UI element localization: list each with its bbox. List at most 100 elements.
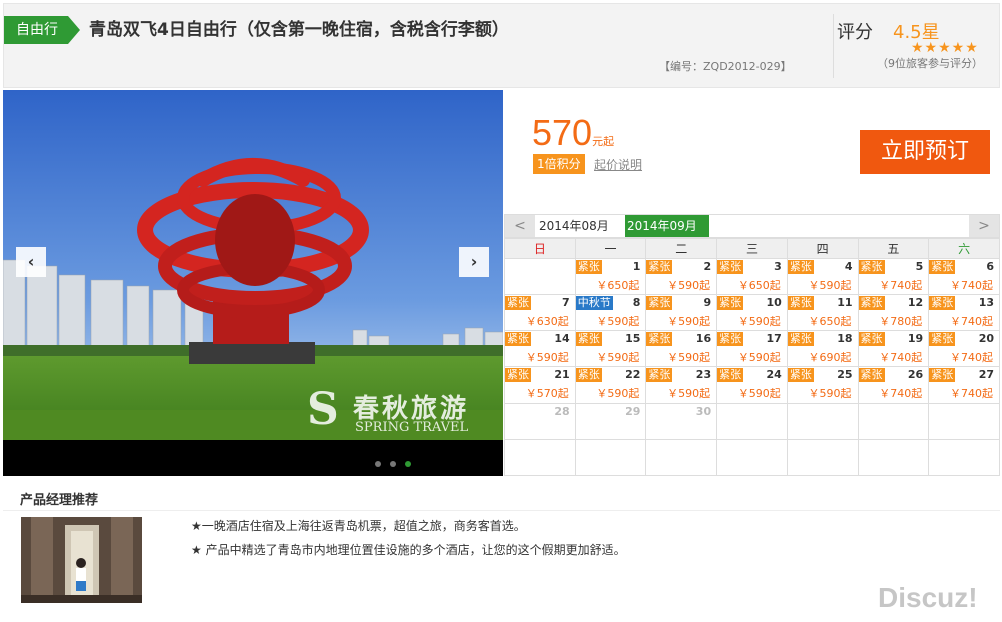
day-number: 15 bbox=[625, 332, 641, 346]
day-number: 8 bbox=[632, 296, 641, 310]
day-number: 25 bbox=[837, 368, 853, 382]
weekday-header: 三 bbox=[716, 238, 788, 259]
weekday-header: 五 bbox=[857, 238, 930, 259]
day-price: ￥740起 bbox=[950, 315, 993, 329]
availability-badge: 紧张 bbox=[858, 368, 885, 383]
calendar-day-cell[interactable]: 紧张 22 ￥590起 bbox=[574, 366, 647, 404]
availability-badge: 紧张 bbox=[575, 260, 602, 274]
calendar-day-cell[interactable]: 紧张 19 ￥740起 bbox=[857, 330, 930, 368]
calendar-day-cell[interactable]: 紧张 7 ￥630起 bbox=[504, 294, 576, 332]
calendar-day-cell[interactable]: 紧张 26 ￥740起 bbox=[857, 366, 930, 404]
day-price: ￥590起 bbox=[525, 351, 569, 365]
day-number: 17 bbox=[766, 332, 782, 346]
day-number: 2 bbox=[703, 260, 712, 273]
calendar-day-cell[interactable]: 紧张 24 ￥590起 bbox=[716, 366, 788, 404]
calendar-day-cell[interactable]: 紧张 15 ￥590起 bbox=[574, 330, 647, 368]
calendar-week-row: 紧张 14 ￥590起 紧张 15 ￥590起 紧张 16 ￥590起 紧张 17 ￥590起 紧张 18… bbox=[504, 330, 1000, 368]
day-number: 13 bbox=[978, 296, 994, 310]
day-number: 9 bbox=[703, 296, 712, 310]
month-tab-august[interactable]: 2014年08月 bbox=[539, 217, 609, 235]
day-number: 7 bbox=[562, 296, 570, 310]
points-badge: 1倍积分 bbox=[533, 154, 585, 174]
day-price: ￥740起 bbox=[879, 279, 923, 292]
day-price: ￥590起 bbox=[808, 279, 852, 292]
calendar-day-cell[interactable]: 紧张 11 ￥650起 bbox=[786, 294, 859, 332]
day-price: ￥780起 bbox=[879, 315, 923, 329]
day-number: 23 bbox=[695, 368, 712, 382]
calendar-day-cell[interactable]: 紧张 21 ￥570起 bbox=[504, 366, 576, 404]
gallery-dot[interactable] bbox=[390, 461, 396, 467]
calendar-day-cell: 30 bbox=[645, 402, 718, 440]
gallery-dot[interactable] bbox=[375, 461, 381, 467]
calendar-day-cell: 28 bbox=[504, 402, 576, 440]
calendar-day-cell[interactable]: 紧张 16 ￥590起 bbox=[645, 330, 718, 368]
calendar-day-cell[interactable]: 紧张 12 ￥780起 bbox=[857, 294, 930, 332]
calendar-day-cell[interactable]: 紧张 17 ￥590起 bbox=[716, 330, 788, 368]
weekday-header: 一 bbox=[574, 238, 647, 259]
day-number: 12 bbox=[907, 296, 924, 310]
calendar-day-cell: 29 bbox=[574, 402, 647, 440]
gallery-dot-active[interactable] bbox=[405, 461, 411, 467]
departure-calendar: < 2014年08月 2014年09月 > 日 一 二 三 四 五 六 紧张 1 ￥… bbox=[504, 214, 1000, 477]
availability-badge: 紧张 bbox=[505, 296, 531, 311]
weekday-header: 六 bbox=[928, 238, 1000, 259]
calendar-prev-button[interactable]: < bbox=[505, 215, 535, 237]
day-number: 5 bbox=[915, 260, 924, 273]
calendar-day-cell bbox=[928, 438, 1000, 477]
availability-badge: 紧张 bbox=[505, 332, 531, 347]
calendar-day-cell[interactable]: 紧张 27 ￥740起 bbox=[928, 366, 1000, 404]
availability-badge: 紧张 bbox=[929, 368, 956, 383]
book-now-button[interactable]: 立即预订 bbox=[860, 130, 990, 174]
calendar-day-cell[interactable]: 紧张 5 ￥740起 bbox=[857, 257, 930, 296]
calendar-day-cell bbox=[645, 438, 718, 477]
calendar-day-cell[interactable]: 紧张 14 ￥590起 bbox=[504, 330, 576, 368]
calendar-week-row: 28 29 30 bbox=[504, 402, 1000, 440]
calendar-day-cell bbox=[857, 402, 930, 440]
calendar-day-cell bbox=[716, 438, 788, 477]
calendar-day-cell[interactable]: 紧张 20 ￥740起 bbox=[928, 330, 1000, 368]
calendar-day-cell[interactable]: 紧张 4 ￥590起 bbox=[786, 257, 859, 296]
availability-badge: 紧张 bbox=[929, 260, 956, 274]
gallery-prev-button[interactable]: ‹ bbox=[16, 247, 46, 277]
recommend-item: ★一晚酒店住宿及上海往返青岛机票，超值之旅，商务客首选。 bbox=[191, 519, 526, 533]
day-price: ￥590起 bbox=[667, 279, 711, 292]
day-number: 26 bbox=[907, 368, 924, 382]
calendar-day-cell[interactable]: 紧张 23 ￥590起 bbox=[645, 366, 718, 404]
month-tab-september[interactable]: 2014年09月 bbox=[625, 215, 709, 237]
calendar-day-cell[interactable]: 紧张 10 ￥590起 bbox=[716, 294, 788, 332]
section-divider bbox=[3, 510, 1000, 511]
calendar-day-cell[interactable]: 紧张 3 ￥650起 bbox=[716, 257, 788, 296]
day-number: 11 bbox=[837, 296, 853, 310]
calendar-day-cell[interactable]: 紧张 25 ￥590起 bbox=[786, 366, 859, 404]
day-price: ￥590起 bbox=[737, 351, 781, 365]
day-price: ￥740起 bbox=[879, 387, 923, 401]
day-number: 1 bbox=[632, 260, 641, 273]
review-count[interactable]: （9位旅客参与评分） bbox=[877, 55, 983, 71]
availability-badge: 紧张 bbox=[717, 296, 744, 311]
price-note-link[interactable]: 起价说明 bbox=[594, 156, 642, 173]
header-divider bbox=[833, 14, 834, 78]
calendar-week-row bbox=[504, 438, 1000, 477]
recommend-photo bbox=[21, 517, 142, 603]
calendar-day-cell[interactable]: 紧张 2 ￥590起 bbox=[645, 257, 718, 296]
day-price: ￥590起 bbox=[737, 387, 781, 401]
calendar-next-button[interactable]: > bbox=[969, 215, 999, 237]
calendar-day-cell[interactable]: 紧张 13 ￥740起 bbox=[928, 294, 1000, 332]
calendar-day-cell[interactable]: 紧张 1 ￥650起 bbox=[574, 257, 647, 296]
day-price: ￥650起 bbox=[737, 279, 781, 292]
calendar-day-cell[interactable]: 紧张 6 ￥740起 bbox=[928, 257, 1000, 296]
recommend-title: 产品经理推荐 bbox=[20, 493, 99, 508]
day-number: 10 bbox=[766, 296, 782, 310]
day-number: 21 bbox=[554, 368, 570, 382]
calendar-day-cell[interactable]: 紧张 9 ￥590起 bbox=[645, 294, 718, 332]
day-number: 20 bbox=[978, 332, 994, 346]
calendar-day-cell[interactable]: 紧张 18 ￥690起 bbox=[786, 330, 859, 368]
calendar-day-cell bbox=[928, 402, 1000, 440]
day-number: 4 bbox=[844, 260, 853, 273]
day-price: ￥740起 bbox=[950, 387, 993, 401]
calendar-day-cell[interactable]: 中秋节 8 ￥590起 bbox=[574, 294, 647, 332]
gallery-next-button[interactable]: › bbox=[459, 247, 489, 277]
availability-badge: 紧张 bbox=[787, 368, 814, 383]
product-photo-gallery: S 春秋旅游 SPRING TRAVEL ‹ › bbox=[3, 90, 503, 476]
availability-badge: 紧张 bbox=[929, 296, 956, 311]
